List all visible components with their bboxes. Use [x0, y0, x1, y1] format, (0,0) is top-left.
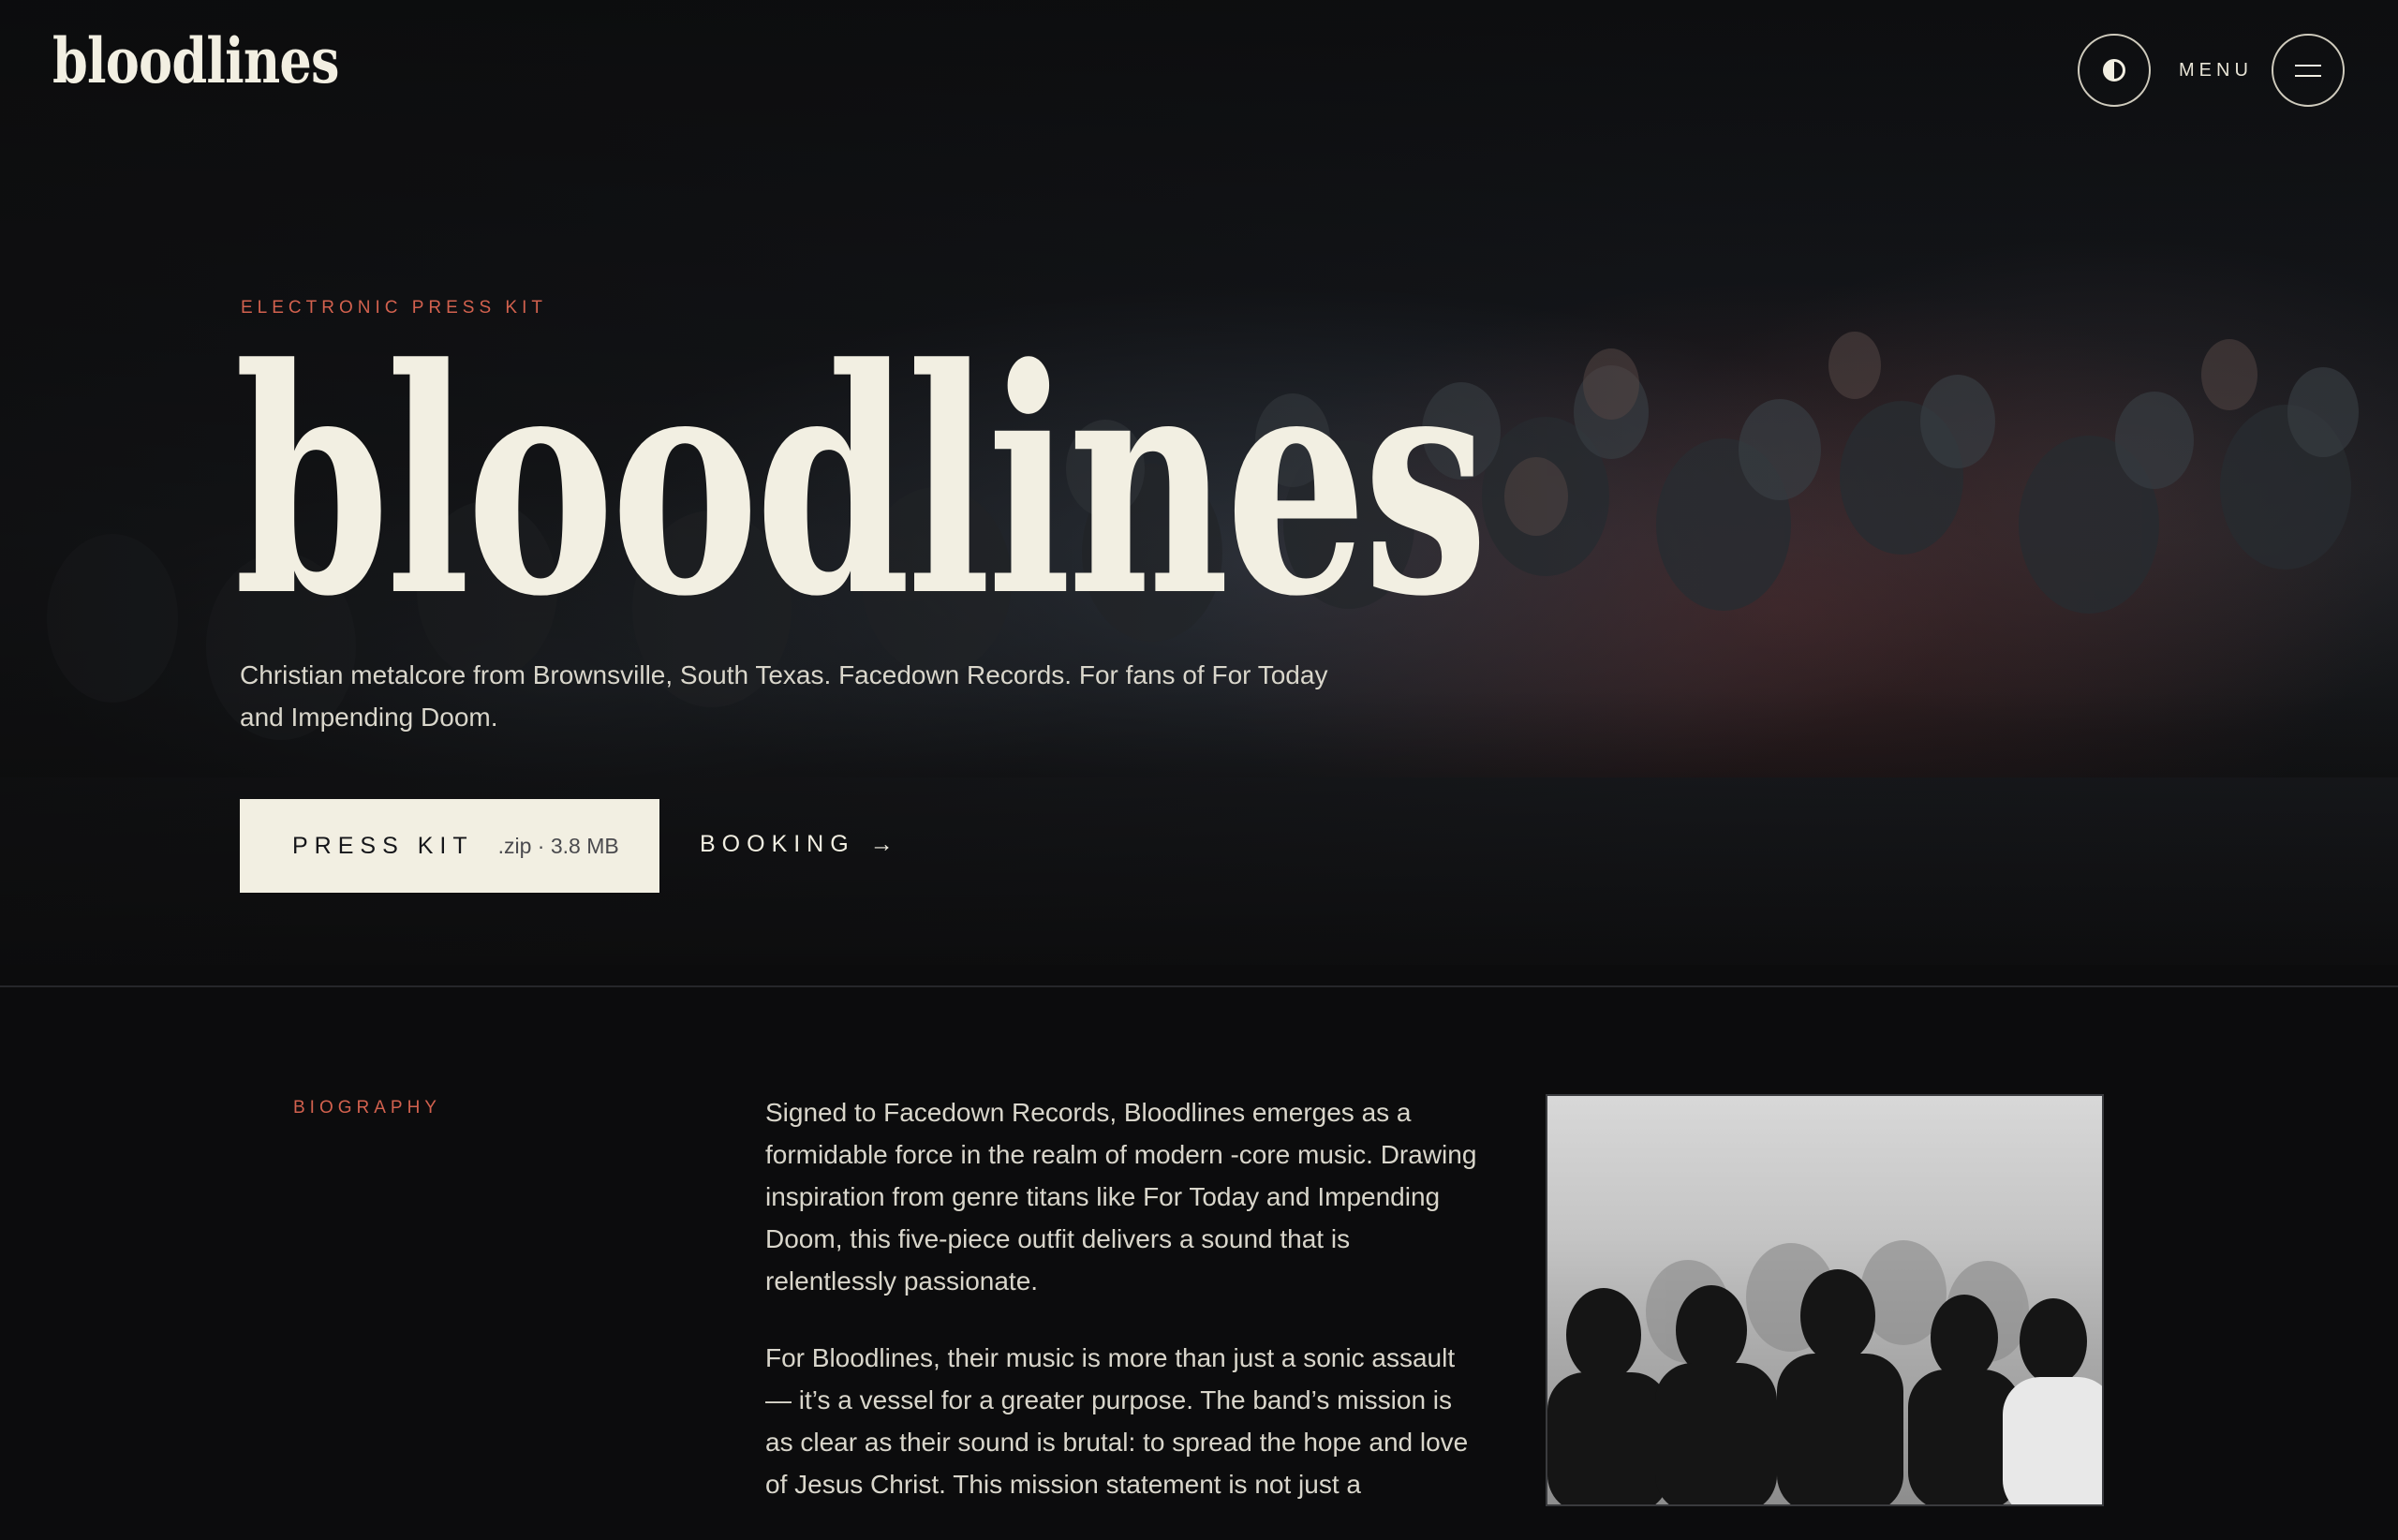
site-logo[interactable]: bloodlines	[52, 30, 339, 92]
biography-eyebrow: BIOGRAPHY	[293, 1098, 441, 1118]
arrow-right-icon: →	[869, 831, 900, 857]
band-photo	[1546, 1094, 2104, 1506]
press-kit-label: PRESS KIT	[292, 832, 474, 859]
press-kit-file-meta: .zip · 3.8 MB	[497, 833, 619, 858]
booking-label: BOOKING	[700, 831, 855, 857]
booking-link[interactable]: BOOKING →	[700, 831, 900, 858]
hamburger-icon-line-top	[2295, 64, 2321, 67]
hero-description: Christian metalcore from Brownsville, So…	[240, 660, 1328, 732]
biography-paragraph: Signed to Facedown Records, Bloodlines e…	[765, 1098, 1477, 1296]
menu-button[interactable]	[2272, 34, 2345, 107]
hamburger-icon-line-bottom	[2295, 74, 2321, 77]
biography-paragraph: For Bloodlines, their music is more than…	[765, 1343, 1469, 1499]
section-divider	[0, 985, 2398, 987]
press-kit-download-button[interactable]: PRESS KIT .zip · 3.8 MB	[240, 799, 659, 893]
theme-toggle-button[interactable]	[2078, 34, 2151, 107]
band-members-silhouette	[1547, 1240, 2102, 1504]
contrast-icon	[2103, 59, 2125, 81]
biography-text: Signed to Facedown Records, Bloodlines e…	[765, 1091, 1477, 1540]
menu-label[interactable]: MENU	[2179, 60, 2253, 81]
hero-title: bloodlines	[234, 301, 1488, 664]
